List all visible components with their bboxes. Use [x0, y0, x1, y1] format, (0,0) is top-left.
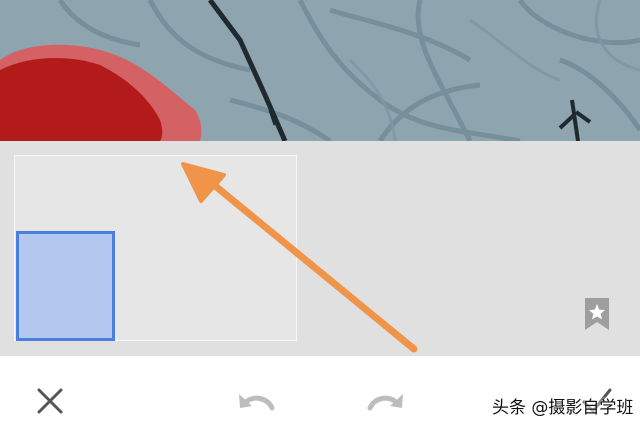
bookmark-star-icon	[585, 298, 609, 330]
close-button[interactable]	[32, 383, 68, 419]
undo-icon	[239, 394, 275, 411]
close-icon	[37, 388, 63, 414]
watermark-text: 头条 @摄影自学班	[492, 398, 634, 418]
redo-icon	[367, 394, 403, 411]
redo-button[interactable]	[364, 386, 406, 429]
undo-button[interactable]	[236, 386, 278, 429]
photo-preview	[0, 0, 640, 141]
photo-image	[0, 0, 640, 141]
selection-box[interactable]	[16, 231, 115, 341]
editing-panel	[0, 141, 640, 356]
bookmark-button[interactable]	[582, 296, 612, 332]
